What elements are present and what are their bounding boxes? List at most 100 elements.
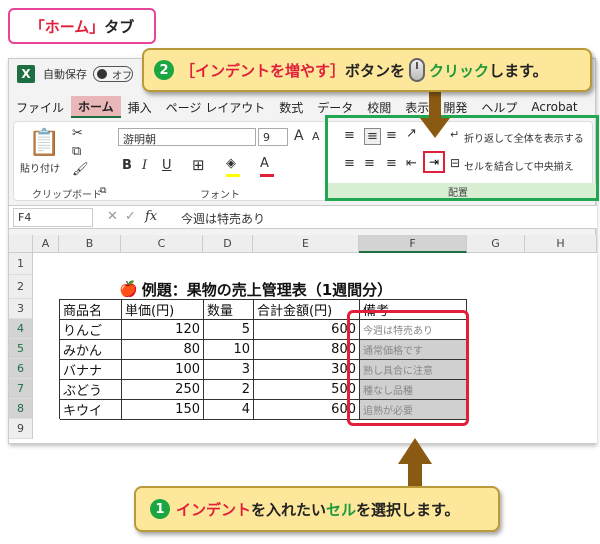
table-cell[interactable]: 10	[204, 340, 254, 360]
font-size-select[interactable]: 9	[258, 128, 288, 146]
col-header-b[interactable]: B	[59, 235, 121, 253]
table-cell[interactable]: 2	[204, 380, 254, 400]
clipboard-group-label: クリップボード	[32, 190, 102, 201]
table-cell[interactable]: 800	[254, 340, 360, 360]
header-total[interactable]: 合計金額(円)	[254, 300, 360, 320]
cancel-icon[interactable]: ✕	[107, 209, 118, 224]
row-header-4[interactable]: 4	[9, 319, 33, 339]
function-icon[interactable]: fx	[145, 209, 157, 224]
row-header-2[interactable]: 2	[9, 275, 33, 299]
row-header-3[interactable]: 3	[9, 299, 33, 319]
border-icon[interactable]: ⊞	[192, 156, 205, 174]
enter-icon[interactable]: ✓	[125, 209, 136, 224]
row-header-6[interactable]: 6	[9, 359, 33, 379]
table-cell[interactable]: 80	[122, 340, 204, 360]
tab-suffix: タブ	[104, 17, 135, 36]
col-header-f[interactable]: F	[359, 235, 467, 253]
col-header-g[interactable]: G	[467, 235, 525, 253]
font-group-label: フォント	[200, 190, 240, 201]
arrow-up-icon	[398, 438, 432, 490]
step2-wo: を	[390, 61, 406, 80]
table-cell[interactable]: 150	[122, 400, 204, 420]
mouse-icon	[409, 58, 426, 82]
sheet-title[interactable]: 🍎 例題：果物の売上管理表（1週間分）	[119, 279, 429, 299]
alignment-group-highlight	[325, 115, 599, 201]
formula-bar: F4 ✕ ✓ fx 今週は特売あり	[9, 205, 597, 229]
step2-callout: 2 ［インデントを増やす］ ボタンを クリック します。	[142, 48, 592, 92]
underline-button[interactable]: U	[162, 158, 172, 173]
font-name-select[interactable]: 游明朝	[118, 128, 256, 146]
table-cell[interactable]: 4	[204, 400, 254, 420]
table-cell[interactable]: みかん	[60, 340, 122, 360]
row-header-5[interactable]: 5	[9, 339, 33, 359]
col-header-c[interactable]: C	[121, 235, 203, 253]
tab-page-layout[interactable]: ページ レイアウト	[159, 96, 273, 118]
table-cell[interactable]: ぶどう	[60, 380, 122, 400]
shrink-font-icon[interactable]: A	[312, 130, 320, 143]
table-cell[interactable]: 600	[254, 400, 360, 420]
table-cell[interactable]: 600	[254, 320, 360, 340]
col-header-e[interactable]: E	[253, 235, 359, 253]
table-cell[interactable]: 250	[122, 380, 204, 400]
table-cell[interactable]: 3	[204, 360, 254, 380]
table-cell[interactable]: 300	[254, 360, 360, 380]
table-cell[interactable]: 120	[122, 320, 204, 340]
row-header-7[interactable]: 7	[9, 379, 33, 399]
excel-window: X 自動保存 オフ ファイル ホーム 挿入 ページ レイアウト 数式 データ 校…	[8, 58, 599, 444]
step2-button-name: ［インデントを増やす］	[180, 61, 346, 80]
select-all[interactable]	[9, 235, 33, 253]
step1-callout: 1 インデント を入れたい セル を選択します。	[134, 486, 500, 532]
step1-number: 1	[150, 499, 170, 519]
tab-file[interactable]: ファイル	[9, 96, 71, 118]
header-price[interactable]: 単価(円)	[122, 300, 204, 320]
step2-button-word: ボタン	[345, 61, 391, 80]
tab-insert[interactable]: 挿入	[121, 96, 159, 118]
home-tab-callout: 「ホーム」タブ	[8, 8, 156, 44]
tab-formulas[interactable]: 数式	[272, 96, 310, 118]
format-painter-icon[interactable]: 🖌	[72, 162, 89, 177]
bracket-open: 「	[29, 17, 45, 36]
table-cell[interactable]: 100	[122, 360, 204, 380]
autosave-toggle[interactable]: オフ	[93, 66, 133, 82]
row-header-9[interactable]: 9	[9, 419, 33, 439]
bracket-close: 」	[89, 17, 105, 36]
fill-color-swatch	[226, 174, 240, 177]
row-header-8[interactable]: 8	[9, 399, 33, 419]
step1-mid: を入れたい	[251, 500, 327, 519]
fill-color-icon[interactable]: ◈	[226, 156, 236, 171]
font-color-swatch	[260, 174, 274, 177]
autosave-label: 自動保存	[43, 68, 87, 81]
step1-tail: を選択します。	[356, 500, 460, 519]
cut-icon[interactable]: ✂	[72, 126, 83, 141]
table-cell[interactable]: 500	[254, 380, 360, 400]
dialog-launcher-icon[interactable]: ⧉	[100, 186, 106, 196]
table-cell[interactable]: 5	[204, 320, 254, 340]
step1-cell: セル	[326, 500, 357, 519]
header-product[interactable]: 商品名	[60, 300, 122, 320]
table-cell[interactable]: バナナ	[60, 360, 122, 380]
sheet-title-text: 例題：果物の売上管理表（1週間分）	[141, 280, 393, 299]
table-cell[interactable]: キウイ	[60, 400, 122, 420]
increase-indent-button[interactable]: ⇥	[423, 151, 445, 173]
header-qty[interactable]: 数量	[204, 300, 254, 320]
paste-label[interactable]: 貼り付け	[20, 160, 60, 175]
paste-icon[interactable]: 📋	[28, 128, 60, 158]
font-color-icon[interactable]: A	[260, 156, 269, 171]
grow-font-icon[interactable]: A	[294, 128, 304, 144]
copy-icon[interactable]: ⧉	[72, 144, 81, 159]
bold-button[interactable]: B	[122, 158, 132, 173]
row-header-1[interactable]: 1	[9, 253, 33, 275]
step2-click: クリック	[429, 61, 490, 80]
col-header-h[interactable]: H	[525, 235, 597, 253]
worksheet-grid: A B C D E F G H 1 2 3 4 5 6 7 8 9 🍎 例題：果…	[9, 235, 597, 443]
tab-home[interactable]: ホーム	[71, 96, 121, 118]
col-header-a[interactable]: A	[33, 235, 59, 253]
name-box[interactable]: F4	[13, 208, 93, 227]
italic-button[interactable]: I	[142, 158, 147, 173]
apple-icon: 🍎	[119, 280, 138, 298]
col-header-d[interactable]: D	[203, 235, 253, 253]
formula-input[interactable]: 今週は特売あり	[181, 210, 265, 227]
table-cell[interactable]: りんご	[60, 320, 122, 340]
increase-indent-icon: ⇥	[428, 155, 440, 169]
home-tab-name: ホーム	[44, 17, 90, 36]
